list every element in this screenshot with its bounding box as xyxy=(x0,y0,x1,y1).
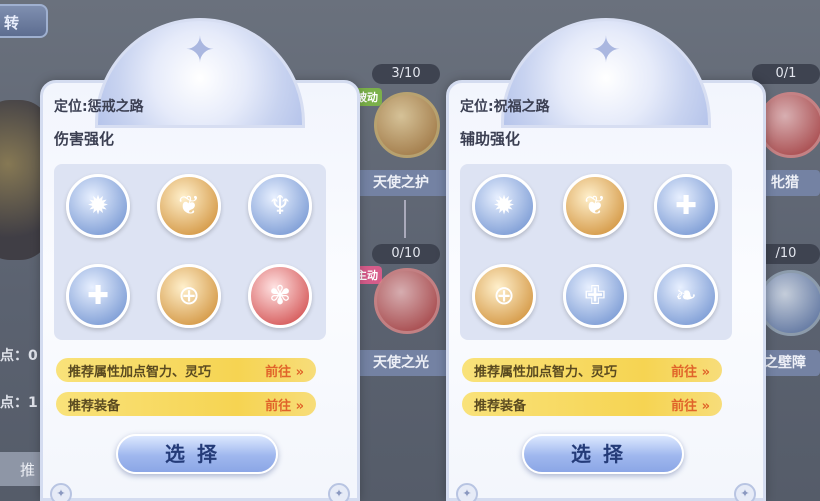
corner-star-icon: ✦ xyxy=(456,483,478,501)
wing-icon[interactable]: ❧ xyxy=(654,264,718,328)
goto-link[interactable]: 前往 » xyxy=(265,361,304,380)
goto-link[interactable]: 前往 » xyxy=(671,395,710,414)
goto-link[interactable]: 前往 » xyxy=(671,361,710,380)
recommend-equip-text: 推荐装备 xyxy=(474,398,527,414)
card-content: 定位:惩戒之路 伤害强化 ✹ ❦ ♆ ✚ ⊕ ✾ xyxy=(54,96,346,340)
star-burst-icon[interactable]: ✹ xyxy=(472,174,536,238)
chalice-icon[interactable]: ♆ xyxy=(248,174,312,238)
goto-link[interactable]: 前往 » xyxy=(265,395,304,414)
path-card-punishment: ✦ 定位:惩戒之路 伤害强化 ✹ ❦ ♆ ✚ ⊕ ✾ 推荐属性加点智力、灵巧 前… xyxy=(40,18,360,501)
stat-row: 点：0 xyxy=(0,348,38,364)
select-button[interactable]: 选择 xyxy=(522,434,684,474)
tree-emblem-icon[interactable]: ✾ xyxy=(248,264,312,328)
skill-orb-angel-light[interactable] xyxy=(374,268,440,334)
shield-cross-icon[interactable]: ⊕ xyxy=(157,264,221,328)
corner-star-icon: ✦ xyxy=(328,483,350,501)
skill-label: 天使之护 xyxy=(348,170,454,196)
role-label: 伤害强化 xyxy=(54,130,115,148)
star-emblem-icon: ✦ xyxy=(184,30,216,71)
stat-row: 点：1 xyxy=(0,395,38,411)
crest-icon[interactable]: ❦ xyxy=(563,174,627,238)
skill-orb-angel-guard[interactable] xyxy=(374,92,440,158)
skill-orb-right[interactable] xyxy=(758,270,820,336)
recommend-attr-text: 推荐属性加点智力、灵巧 xyxy=(68,364,212,380)
skill-grid: ✹ ❦ ✚ ⊕ ✙ ❧ xyxy=(460,164,732,340)
recommend-equip-text: 推荐装备 xyxy=(68,398,121,414)
shield-plus-icon[interactable]: ✚ xyxy=(654,174,718,238)
skill-label: 天使之光 xyxy=(348,350,454,376)
path-card-blessing: ✦ 定位:祝福之路 辅助强化 ✹ ❦ ✚ ⊕ ✙ ❧ 推荐属性加点智力、灵巧 前… xyxy=(446,18,766,501)
skill-counter: 0/10 xyxy=(372,244,440,264)
recommend-attr-bar[interactable]: 推荐属性加点智力、灵巧 前往 » xyxy=(56,358,316,382)
skill-orb-right[interactable] xyxy=(758,92,820,158)
corner-star-icon: ✦ xyxy=(50,483,72,501)
star-emblem-icon: ✦ xyxy=(590,30,622,71)
card-content: 定位:祝福之路 辅助强化 ✹ ❦ ✚ ⊕ ✙ ❧ xyxy=(460,96,752,340)
select-button[interactable]: 选择 xyxy=(116,434,278,474)
skill-grid: ✹ ❦ ♆ ✚ ⊕ ✾ xyxy=(54,164,326,340)
arrow-down-icon xyxy=(404,200,412,238)
shield-plus-icon[interactable]: ✚ xyxy=(66,264,130,328)
corner-star-icon: ✦ xyxy=(734,483,756,501)
recommend-equip-bar[interactable]: 推荐装备 前往 » xyxy=(462,392,722,416)
role-label: 辅助强化 xyxy=(460,130,521,148)
skill-counter: 3/10 xyxy=(372,64,440,84)
position-label: 定位:祝福之路 xyxy=(460,99,550,115)
star-burst-icon[interactable]: ✹ xyxy=(66,174,130,238)
recommend-attr-text: 推荐属性加点智力、灵巧 xyxy=(474,364,618,380)
crest-icon[interactable]: ❦ xyxy=(157,174,221,238)
recommend-equip-bar[interactable]: 推荐装备 前往 » xyxy=(56,392,316,416)
shield-cross-icon[interactable]: ⊕ xyxy=(472,264,536,328)
position-label: 定位:惩戒之路 xyxy=(54,99,144,115)
recommend-attr-bar[interactable]: 推荐属性加点智力、灵巧 前往 » xyxy=(462,358,722,382)
heal-cross-icon[interactable]: ✙ xyxy=(563,264,627,328)
